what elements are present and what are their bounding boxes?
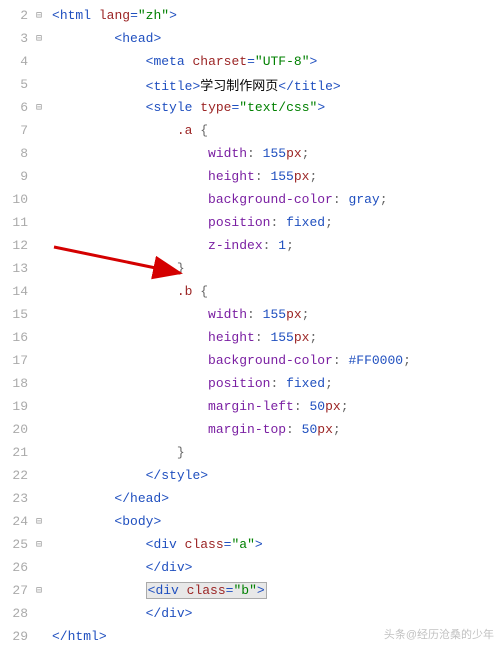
selection-highlight: <div class="b">	[146, 582, 267, 599]
line-number: 21	[0, 445, 32, 460]
code-content[interactable]: }	[46, 445, 185, 460]
code-line[interactable]: 3⊟ <head>	[0, 27, 500, 50]
code-content[interactable]: margin-left: 50px;	[46, 399, 349, 414]
line-number: 24	[0, 514, 32, 529]
line-number: 13	[0, 261, 32, 276]
code-line[interactable]: 22 </style>	[0, 464, 500, 487]
code-line[interactable]: 12 z-index: 1;	[0, 234, 500, 257]
fold-icon[interactable]: ⊟	[32, 539, 46, 551]
line-number: 10	[0, 192, 32, 207]
code-line[interactable]: 26 </div>	[0, 556, 500, 579]
line-number: 18	[0, 376, 32, 391]
code-content[interactable]: }	[46, 261, 185, 276]
code-content[interactable]: </div>	[46, 606, 192, 621]
code-content[interactable]: <div class="a">	[46, 537, 263, 552]
line-number: 11	[0, 215, 32, 230]
code-content[interactable]: width: 155px;	[46, 307, 309, 322]
code-content[interactable]: <div class="b">	[46, 583, 267, 598]
code-line[interactable]: 18 position: fixed;	[0, 372, 500, 395]
code-content[interactable]: </div>	[46, 560, 192, 575]
code-line[interactable]: 28 </div>	[0, 602, 500, 625]
code-line[interactable]: 17 background-color: #FF0000;	[0, 349, 500, 372]
code-line[interactable]: 27⊟ <div class="b">	[0, 579, 500, 602]
fold-icon[interactable]: ⊟	[32, 102, 46, 114]
code-line[interactable]: 16 height: 155px;	[0, 326, 500, 349]
line-number: 26	[0, 560, 32, 575]
line-number: 28	[0, 606, 32, 621]
code-content[interactable]: position: fixed;	[46, 376, 333, 391]
code-line[interactable]: 21 }	[0, 441, 500, 464]
fold-icon[interactable]: ⊟	[32, 516, 46, 528]
code-line[interactable]: 7 .a {	[0, 119, 500, 142]
line-number: 3	[0, 31, 32, 46]
line-number: 16	[0, 330, 32, 345]
line-number: 15	[0, 307, 32, 322]
line-number: 2	[0, 8, 32, 23]
code-content[interactable]: margin-top: 50px;	[46, 422, 341, 437]
code-content[interactable]: </html>	[46, 629, 107, 644]
code-content[interactable]: .a {	[46, 123, 208, 138]
code-content[interactable]: .b {	[46, 284, 208, 299]
line-number: 4	[0, 54, 32, 69]
code-line[interactable]: 15 width: 155px;	[0, 303, 500, 326]
code-line[interactable]: 25⊟ <div class="a">	[0, 533, 500, 556]
code-content[interactable]: height: 155px;	[46, 330, 317, 345]
code-content[interactable]: </style>	[46, 468, 208, 483]
code-line[interactable]: 23 </head>	[0, 487, 500, 510]
code-line[interactable]: 14 .b {	[0, 280, 500, 303]
line-number: 27	[0, 583, 32, 598]
code-line[interactable]: 11 position: fixed;	[0, 211, 500, 234]
code-line[interactable]: 13 }	[0, 257, 500, 280]
code-editor[interactable]: 2⊟<html lang="zh">3⊟ <head>4 <meta chars…	[0, 0, 500, 648]
code-line[interactable]: 4 <meta charset="UTF-8">	[0, 50, 500, 73]
code-content[interactable]: width: 155px;	[46, 146, 309, 161]
code-line[interactable]: 9 height: 155px;	[0, 165, 500, 188]
code-line[interactable]: 2⊟<html lang="zh">	[0, 4, 500, 27]
line-number: 25	[0, 537, 32, 552]
code-content[interactable]: background-color: gray;	[46, 192, 388, 207]
code-content[interactable]: <title>学习制作网页</title>	[46, 75, 341, 94]
line-number: 14	[0, 284, 32, 299]
code-line[interactable]: 19 margin-left: 50px;	[0, 395, 500, 418]
line-number: 29	[0, 629, 32, 644]
line-number: 22	[0, 468, 32, 483]
code-line[interactable]: 24⊟ <body>	[0, 510, 500, 533]
watermark-text: 头条@经历沧桑的少年	[384, 626, 494, 642]
code-line[interactable]: 8 width: 155px;	[0, 142, 500, 165]
code-content[interactable]: height: 155px;	[46, 169, 317, 184]
line-number: 19	[0, 399, 32, 414]
code-content[interactable]: position: fixed;	[46, 215, 333, 230]
line-number: 23	[0, 491, 32, 506]
line-number: 5	[0, 77, 32, 92]
fold-icon[interactable]: ⊟	[32, 585, 46, 597]
code-line[interactable]: 10 background-color: gray;	[0, 188, 500, 211]
code-content[interactable]: background-color: #FF0000;	[46, 353, 411, 368]
code-content[interactable]: <style type="text/css">	[46, 100, 325, 115]
code-content[interactable]: z-index: 1;	[46, 238, 294, 253]
code-line[interactable]: 5 <title>学习制作网页</title>	[0, 73, 500, 96]
code-content[interactable]: </head>	[46, 491, 169, 506]
fold-icon[interactable]: ⊟	[32, 33, 46, 45]
code-content[interactable]: <meta charset="UTF-8">	[46, 54, 317, 69]
fold-icon[interactable]: ⊟	[32, 10, 46, 22]
line-number: 20	[0, 422, 32, 437]
line-number: 17	[0, 353, 32, 368]
line-number: 7	[0, 123, 32, 138]
code-content[interactable]: <body>	[46, 514, 161, 529]
code-content[interactable]: <head>	[46, 31, 161, 46]
line-number: 9	[0, 169, 32, 184]
code-line[interactable]: 20 margin-top: 50px;	[0, 418, 500, 441]
line-number: 8	[0, 146, 32, 161]
code-line[interactable]: 6⊟ <style type="text/css">	[0, 96, 500, 119]
code-content[interactable]: <html lang="zh">	[46, 8, 177, 23]
line-number: 12	[0, 238, 32, 253]
line-number: 6	[0, 100, 32, 115]
